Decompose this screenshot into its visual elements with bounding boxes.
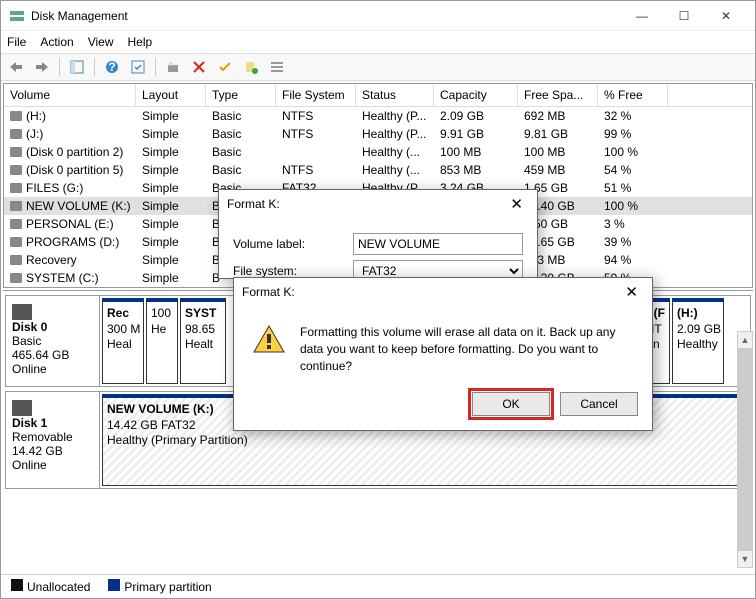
legend: Unallocated Primary partition [1,574,755,598]
window-title: Disk Management [31,9,621,23]
volume-icon [10,183,22,193]
scroll-thumb[interactable] [738,348,752,551]
volume-name: FILES (G:) [26,181,83,195]
volume-icon [10,255,22,265]
volume-name: NEW VOLUME (K:) [26,199,131,213]
volume-row[interactable]: (Disk 0 partition 2)SimpleBasicHealthy (… [4,143,752,161]
maximize-button[interactable]: ☐ [663,2,705,30]
menu-file[interactable]: File [7,35,26,49]
refresh-button[interactable] [127,56,149,78]
forward-button[interactable] [31,56,53,78]
disk-1-label[interactable]: Disk 1 Removable 14.42 GB Online [6,392,100,488]
menu-view[interactable]: View [88,35,114,49]
delete-button[interactable] [188,56,210,78]
menu-action[interactable]: Action [40,35,73,49]
volume-icon [10,201,22,211]
volume-icon [10,165,22,175]
check-button[interactable] [214,56,236,78]
volume-name: (Disk 0 partition 2) [26,145,123,159]
column-volume[interactable]: Volume [4,84,136,106]
column-layout[interactable]: Layout [136,84,206,106]
volume-name: PROGRAMS (D:) [26,235,119,249]
show-hide-button[interactable] [66,56,88,78]
menu-help[interactable]: Help [128,35,153,49]
svg-text:?: ? [108,60,115,74]
help-button[interactable]: ? [101,56,123,78]
volume-icon [10,147,22,157]
volume-icon [10,273,22,283]
column-percent-free[interactable]: % Free [598,84,668,106]
format-dialog-title: Format K: ✕ [219,190,537,218]
confirm-message: Formatting this volume will erase all da… [300,324,620,374]
volume-icon [10,219,22,229]
volume-name: (Disk 0 partition 5) [26,163,123,177]
volume-row[interactable]: (J:)SimpleBasicNTFSHealthy (P...9.91 GB9… [4,125,752,143]
format-dialog: Format K: ✕ Volume label: File system: F… [218,189,538,279]
disk-0-partition[interactable]: 100He [146,298,178,384]
volume-row[interactable]: (H:)SimpleBasicNTFSHealthy (P...2.09 GB6… [4,107,752,125]
disk-icon [12,400,32,416]
volume-row[interactable]: (Disk 0 partition 5)SimpleBasicNTFSHealt… [4,161,752,179]
toolbar: ? [1,53,755,81]
volume-label-label: Volume label: [233,237,353,251]
menu-bar: File Action View Help [1,31,755,53]
volume-name: PERSONAL (E:) [26,217,114,231]
confirm-dialog-title: Format K: ✕ [234,278,652,306]
warning-icon [252,324,286,354]
volume-name: (H:) [26,109,46,123]
column-free-space[interactable]: Free Spa... [518,84,598,106]
vertical-scrollbar[interactable]: ▲ ▼ [737,331,753,568]
properties-button[interactable] [162,56,184,78]
confirm-dialog-close-button[interactable]: ✕ [619,283,644,302]
close-button[interactable]: ✕ [705,2,747,30]
disk-0-label[interactable]: Disk 0 Basic 465.64 GB Online [6,296,100,386]
ok-button[interactable]: OK [472,392,550,416]
disk-0-partition[interactable]: Rec300 MHeal [102,298,144,384]
cancel-button[interactable]: Cancel [560,392,638,416]
column-capacity[interactable]: Capacity [434,84,518,106]
list-button[interactable] [266,56,288,78]
legend-unallocated: Unallocated [11,579,90,594]
format-dialog-close-button[interactable]: ✕ [504,195,529,214]
volume-icon [10,129,22,139]
scroll-up-button[interactable]: ▲ [738,332,752,348]
volume-name: (J:) [26,127,43,141]
minimize-button[interactable]: — [621,2,663,30]
back-button[interactable] [5,56,27,78]
file-system-label: File system: [233,264,353,278]
disk-0-partition[interactable]: SYST98.65Healt [180,298,226,384]
app-icon [9,8,25,24]
scroll-down-button[interactable]: ▼ [738,551,752,567]
window-titlebar: Disk Management — ☐ ✕ [1,1,755,31]
column-type[interactable]: Type [206,84,276,106]
volume-name: Recovery [26,253,77,267]
legend-primary: Primary partition [108,579,211,594]
volume-list-header: Volume Layout Type File System Status Ca… [4,84,752,107]
column-status[interactable]: Status [356,84,434,106]
disk-icon [12,304,32,320]
new-button[interactable] [240,56,262,78]
confirm-dialog: Format K: ✕ Formatting this volume will … [233,277,653,431]
volume-name: SYSTEM (C:) [26,271,99,285]
disk-0-partition[interactable]: (H:)2.09 GBHealthy [672,298,724,384]
column-filesystem[interactable]: File System [276,84,356,106]
volume-icon [10,111,22,121]
volume-icon [10,237,22,247]
volume-label-input[interactable] [353,233,523,255]
